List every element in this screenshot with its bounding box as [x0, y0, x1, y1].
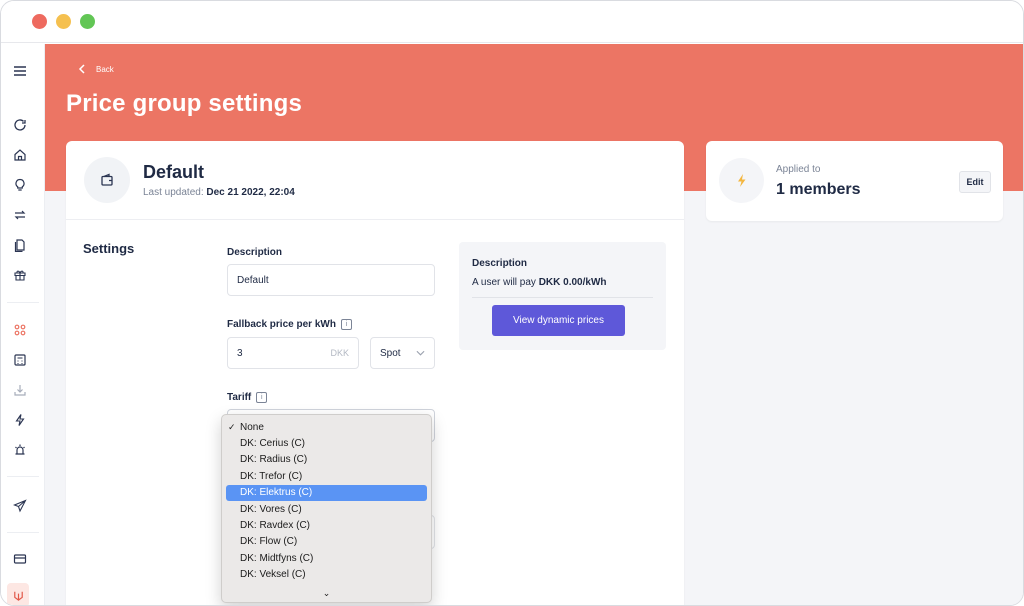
- back-link[interactable]: Back: [78, 64, 114, 74]
- close-window-button[interactable]: [32, 14, 47, 29]
- maximize-window-button[interactable]: [80, 14, 95, 29]
- home-icon[interactable]: [11, 146, 29, 164]
- tariff-option-label: DK: Trefor (C): [240, 470, 303, 482]
- tariff-option-label: DK: Cerius (C): [240, 438, 306, 450]
- scroll-more-icon[interactable]: ⌄: [222, 588, 431, 599]
- description-input-value: Default: [237, 274, 269, 286]
- window-titlebar: [1, 1, 1023, 43]
- fallback-price-label: Fallback price per kWh i: [227, 319, 352, 330]
- description-label-text: Description: [227, 247, 283, 258]
- logo-icon: [7, 583, 29, 605]
- tariff-option-label: DK: Vores (C): [240, 503, 302, 515]
- tariff-option-label: DK: Ravdex (C): [240, 520, 311, 532]
- checkmark-icon: ✓: [228, 421, 236, 432]
- tariff-option[interactable]: DK: Ravdex (C): [226, 517, 427, 533]
- tariff-option-label: DK: Midtfyns (C): [240, 552, 314, 564]
- members-count: 1 members: [776, 181, 861, 198]
- last-updated-value: Dec 21 2022, 22:04: [206, 187, 295, 198]
- documents-icon[interactable]: [11, 236, 29, 254]
- menu-icon[interactable]: [11, 62, 29, 80]
- tariff-option-label: None: [240, 421, 264, 433]
- sidebar: [1, 44, 45, 605]
- price-type-select[interactable]: Spot: [370, 337, 435, 369]
- description-text-prefix: A user will pay: [472, 277, 536, 288]
- settings-heading: Settings: [83, 241, 135, 256]
- tariff-option[interactable]: DK: Veksel (C): [226, 567, 427, 583]
- info-icon[interactable]: i: [340, 319, 352, 330]
- last-updated-label: Last updated:: [143, 187, 204, 198]
- tariff-dropdown-menu: ✓ None DK: Cerius (C) DK: Radius (C) DK: Tre…: [221, 414, 432, 603]
- page-title: Price group settings: [66, 90, 303, 117]
- card-divider: [66, 219, 684, 220]
- card-icon[interactable]: [11, 550, 29, 568]
- download-icon[interactable]: [11, 381, 29, 399]
- transfer-icon[interactable]: [11, 206, 29, 224]
- back-label: Back: [96, 64, 114, 74]
- lightbulb-icon[interactable]: [11, 176, 29, 194]
- tariff-option-label: DK: Elektrus (C): [240, 487, 313, 499]
- tariff-option[interactable]: DK: Cerius (C): [226, 435, 427, 451]
- tariff-option[interactable]: ✓ None: [226, 419, 427, 435]
- gift-icon[interactable]: [11, 266, 29, 284]
- description-panel: Description A user will pay DKK 0.00/kWh…: [459, 242, 666, 350]
- tariff-label-text: Tariff: [227, 392, 252, 403]
- sidebar-divider: [7, 302, 39, 303]
- tariff-option[interactable]: DK: Flow (C): [226, 534, 427, 550]
- applied-to-label: Applied to: [776, 164, 821, 175]
- tariff-option[interactable]: DK: Vores (C): [226, 501, 427, 517]
- browser-window: Back Price group settings Default Last u…: [0, 0, 1024, 606]
- tariff-option[interactable]: DK: Midtfyns (C): [226, 550, 427, 566]
- chevron-left-icon: [78, 64, 85, 74]
- tariff-options: ✓ None DK: Cerius (C) DK: Radius (C) DK: Tre…: [222, 419, 431, 583]
- fallback-price-value: 3: [237, 347, 243, 359]
- info-icon[interactable]: i: [256, 392, 268, 403]
- description-panel-title: Description: [472, 258, 528, 269]
- calculator-icon[interactable]: [11, 351, 29, 369]
- send-icon[interactable]: [11, 497, 29, 515]
- view-dynamic-prices-button[interactable]: View dynamic prices: [492, 305, 625, 336]
- tariff-option-label: DK: Flow (C): [240, 536, 298, 548]
- tariff-option[interactable]: DK: Elektrus (C): [226, 484, 427, 501]
- wallet-icon: [84, 157, 130, 203]
- chevron-down-icon: [416, 348, 425, 359]
- applied-card: Applied to 1 members Edit: [706, 141, 1003, 221]
- tariff-option-label: DK: Radius (C): [240, 454, 308, 466]
- description-panel-text: A user will pay DKK 0.00/kWh: [472, 277, 607, 288]
- description-input[interactable]: Default: [227, 264, 435, 296]
- description-label: Description: [227, 247, 282, 258]
- tariff-option-label: DK: Veksel (C): [240, 569, 306, 581]
- sidebar-divider: [7, 476, 39, 477]
- description-price: DKK 0.00/kWh: [538, 277, 607, 288]
- minimize-window-button[interactable]: [56, 14, 71, 29]
- tariff-option[interactable]: DK: Radius (C): [226, 452, 427, 468]
- tariff-option[interactable]: DK: Trefor (C): [226, 468, 427, 484]
- fallback-price-input[interactable]: 3 DKK: [227, 337, 359, 369]
- group-name: Default: [143, 162, 205, 182]
- alarm-icon[interactable]: [11, 441, 29, 459]
- fallback-price-label-text: Fallback price per kWh: [227, 319, 336, 330]
- refresh-icon[interactable]: [11, 116, 29, 134]
- tariff-label: Tariff i: [227, 392, 268, 403]
- edit-button[interactable]: Edit: [959, 171, 991, 193]
- description-divider: [472, 297, 653, 298]
- price-type-value: Spot: [380, 347, 401, 359]
- bolt-icon: [719, 158, 764, 203]
- currency-suffix: DKK: [330, 348, 349, 358]
- bolt-icon[interactable]: [11, 411, 29, 429]
- sidebar-divider: [7, 532, 39, 533]
- last-updated: Last updated: Dec 21 2022, 22:04: [143, 187, 295, 198]
- grid-icon[interactable]: [11, 321, 29, 339]
- main-content: Back Price group settings Default Last u…: [45, 44, 1023, 605]
